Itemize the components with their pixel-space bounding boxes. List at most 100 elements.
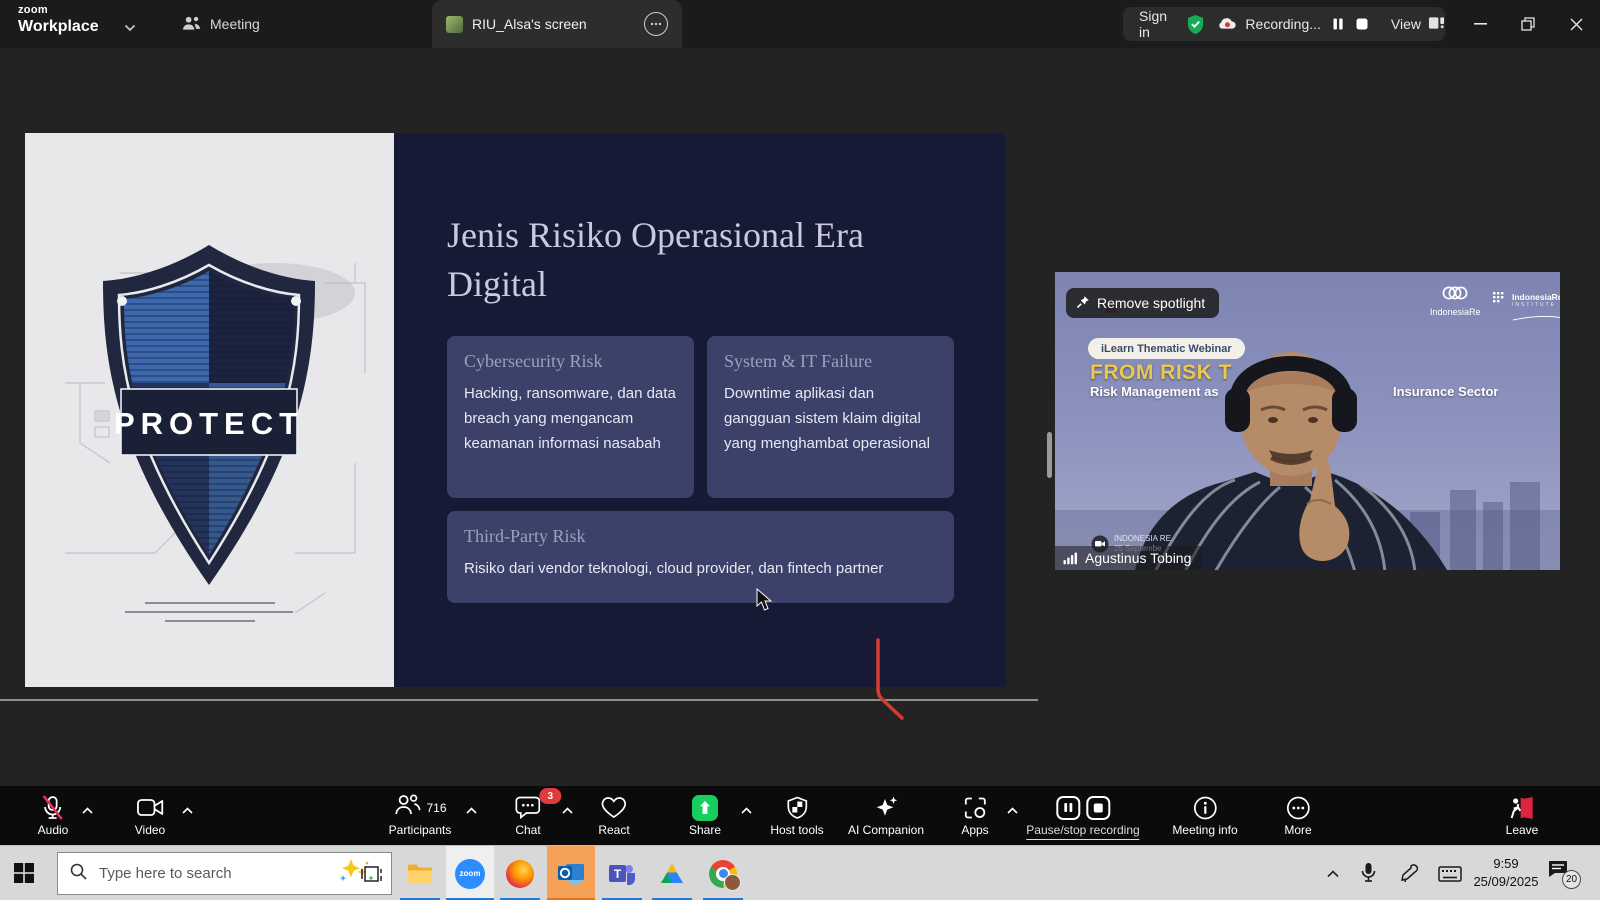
remove-spotlight-button[interactable]: Remove spotlight [1066,288,1219,318]
chat-icon [515,794,540,821]
participants-button[interactable]: 716 Participants [389,786,452,845]
pin-icon [1076,295,1090,312]
close-button[interactable] [1553,0,1599,48]
ai-companion-button[interactable]: AI Companion [848,786,924,845]
participant-name-tag: Agustinus Tobing [1055,546,1202,570]
host-tools-button[interactable]: Host tools [770,786,823,845]
action-center-button[interactable]: 20 [1548,860,1582,888]
red-annotation-stroke [850,638,930,728]
shared-screen-scrollbar[interactable] [1047,432,1052,478]
more-button[interactable]: More [1284,786,1311,845]
chat-unread-badge: 3 [539,788,561,804]
share-button[interactable]: Share [689,786,721,845]
firefox-icon [506,860,534,888]
chat-options-chevron[interactable] [562,801,573,819]
taskbar-outlook[interactable] [547,846,595,900]
teams-icon: T [608,861,636,887]
shared-presentation-slide: PROTECT Jenis Risiko Operasional Era Dig… [25,133,1006,687]
info-icon [1193,794,1217,821]
start-button[interactable] [14,863,34,888]
card-cybersecurity-risk: Cybersecurity Risk Hacking, ransomware, … [447,336,694,498]
task-view-icon [361,863,383,885]
taskbar-chrome[interactable] [699,846,747,900]
protect-shield-illustration: PROTECT [25,133,394,687]
brand-workplace: Workplace [18,19,99,35]
taskbar-clock[interactable]: 9:59 25/09/2025 [1462,855,1550,891]
tab-screen-label: RIU_Alsa's screen [472,16,587,32]
svg-text:T: T [614,867,622,881]
tray-touch-keyboard-icon[interactable] [1438,866,1462,887]
taskbar-zoom-app[interactable]: zoom [446,846,494,900]
audio-button[interactable]: Audio [38,786,69,845]
pause-recording-icon[interactable] [1056,796,1080,820]
host-tools-shield-icon [786,794,808,821]
react-button[interactable]: React [598,786,629,845]
view-layout-icon [1428,16,1445,33]
windows-taskbar: zoom T [0,845,1600,900]
video-options-chevron[interactable] [182,801,193,819]
tray-time: 9:59 [1462,855,1550,873]
slide-title: Jenis Risiko Operasional Era Digital [447,211,947,309]
apps-button[interactable]: Apps [961,786,988,845]
audio-level-icon [1063,552,1078,565]
shield-protect-text: PROTECT [114,406,304,441]
leave-door-icon [1509,794,1535,821]
pause-recording-button[interactable] [1331,17,1345,31]
more-ellipsis-icon [1286,794,1310,821]
taskbar-google-drive[interactable] [648,846,696,900]
video-button[interactable]: Video [135,786,165,845]
slide-shield-panel: PROTECT [25,133,394,687]
taskbar-file-explorer[interactable] [396,846,444,900]
security-shield-check-icon[interactable] [1186,14,1205,35]
card-body: Downtime aplikasi dan gangguan sistem kl… [724,381,937,456]
apps-options-chevron[interactable] [1007,801,1018,819]
tab-meeting-label: Meeting [210,16,260,32]
sign-in-button[interactable]: Sign in [1139,8,1168,40]
chrome-icon [709,860,737,888]
brand-zoom: zoom [18,5,99,16]
spotlight-video-tile[interactable]: Indonesia IndonesiaRe IndonesiaRe INSTIT… [1055,272,1560,570]
tray-date: 25/09/2025 [1462,873,1550,891]
google-drive-icon [660,863,684,884]
zoom-app-icon: zoom [455,859,485,889]
recording-indicator: Recording... [1217,15,1320,33]
share-options-chevron[interactable] [741,801,752,819]
view-button[interactable]: View [1391,16,1445,33]
leave-button[interactable]: Leave [1506,786,1539,845]
tab-options-ellipsis-icon[interactable] [644,12,668,36]
chat-button[interactable]: Chat 3 [515,786,540,845]
restore-button[interactable] [1505,0,1551,48]
slide-text-panel: Jenis Risiko Operasional Era Digital Cyb… [394,133,1006,687]
ai-sparkle-icon [873,794,898,821]
shared-screen-thumbnail-icon [446,16,463,33]
minimize-button[interactable] [1457,0,1503,48]
tab-shared-screen[interactable]: RIU_Alsa's screen [432,0,682,48]
stop-recording-button[interactable] [1355,17,1369,31]
cloud-recording-icon [1217,15,1238,33]
share-screen-icon [692,795,718,821]
participants-count: 716 [426,801,446,815]
pause-stop-recording-button[interactable]: Pause/stop recording [1026,786,1139,845]
task-view-button[interactable] [348,846,396,900]
participants-options-chevron[interactable] [466,801,477,819]
search-input[interactable] [97,864,333,883]
outlook-icon [557,861,585,887]
audio-options-chevron[interactable] [82,801,93,819]
stop-recording-icon[interactable] [1086,796,1110,820]
workspace-chevron-down-icon[interactable] [124,19,136,37]
tray-show-hidden-icons-chevron[interactable] [1326,865,1340,883]
card-body: Risiko dari vendor teknologi, cloud prov… [464,556,937,581]
taskbar-teams[interactable]: T [598,846,646,900]
camera-icon [136,794,163,821]
tray-microphone-icon[interactable] [1361,862,1376,888]
tab-meeting[interactable]: Meeting [172,0,270,48]
zoom-workplace-logo: zoom Workplace [18,5,99,35]
taskbar-search[interactable] [57,852,392,895]
taskbar-firefox[interactable] [496,846,544,900]
windows-logo-icon [14,863,34,883]
meeting-info-button[interactable]: Meeting info [1172,786,1237,845]
mic-muted-icon [41,794,65,821]
window-titlebar: zoom Workplace Meeting RIU_Alsa's screen… [0,0,1600,48]
tray-windows-ink-icon[interactable] [1399,864,1419,887]
meeting-toolbar: Audio Video 716 Participants [0,786,1600,845]
